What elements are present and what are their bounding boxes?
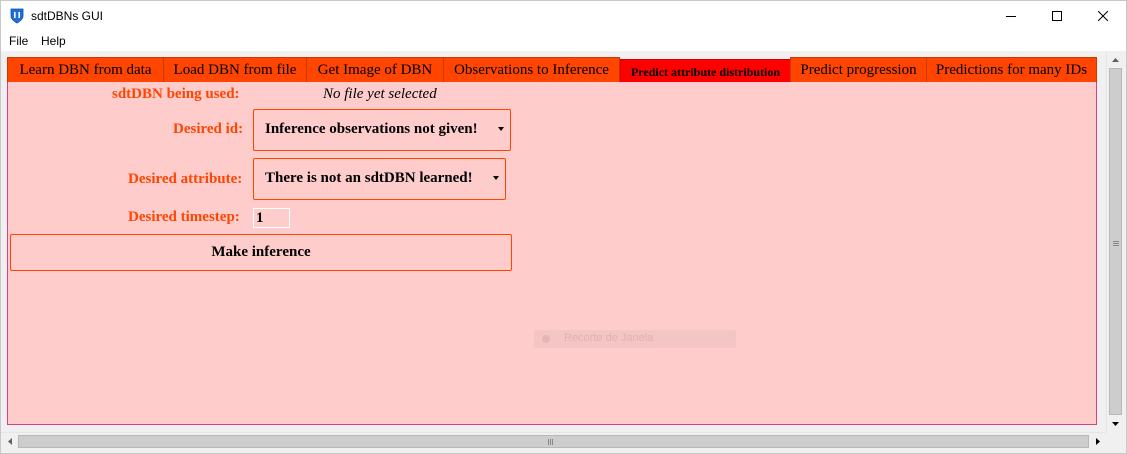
grip-line: [550, 439, 551, 445]
maximize-button[interactable]: [1034, 1, 1080, 31]
tab-observations[interactable]: Observations to Inference: [443, 57, 620, 83]
close-button[interactable]: [1080, 1, 1126, 31]
shield-icon: [10, 8, 24, 24]
tab-load-dbn[interactable]: Load DBN from file: [163, 57, 307, 83]
window-title: sdtDBNs GUI: [31, 9, 104, 23]
vertical-scroll-thumb[interactable]: [1109, 68, 1122, 415]
model-label: sdtDBN being used:: [112, 86, 240, 102]
chevron-down-icon: [493, 176, 499, 180]
record-icon: [542, 335, 550, 343]
id-select-value: Inference observations not given!: [265, 121, 478, 137]
attribute-label: Desired attribute:: [128, 171, 243, 187]
arrow-up-icon: [1112, 57, 1119, 62]
attribute-select-value: There is not an sdtDBN learned!: [265, 170, 473, 186]
arrow-down-icon: [1112, 421, 1119, 426]
tab-learn-dbn[interactable]: Learn DBN from data: [7, 57, 164, 83]
tab-get-image[interactable]: Get Image of DBN: [306, 57, 444, 83]
grip-line: [552, 439, 553, 445]
scrollbar-corner: [1106, 432, 1123, 449]
tab-predict-progression[interactable]: Predict progression: [790, 57, 927, 83]
close-icon: [1098, 11, 1108, 21]
id-select[interactable]: Inference observations not given!: [253, 109, 511, 151]
minimize-icon: [1006, 16, 1016, 17]
predict-attribute-panel: sdtDBN being used: No file yet selected …: [7, 82, 1097, 425]
horizontal-scroll-thumb[interactable]: [18, 435, 1089, 448]
model-file-value: No file yet selected: [323, 86, 437, 102]
minimize-button[interactable]: [988, 1, 1034, 31]
menu-file[interactable]: File: [9, 34, 28, 48]
horizontal-scrollbar[interactable]: [1, 432, 1106, 449]
grip-line: [1113, 241, 1119, 242]
tab-bar: Learn DBN from data Load DBN from file G…: [7, 57, 1097, 83]
arrow-left-icon: [7, 438, 12, 445]
make-inference-button[interactable]: Make inference: [10, 234, 512, 271]
attribute-select[interactable]: There is not an sdtDBN learned!: [253, 158, 506, 200]
grip-line: [1113, 245, 1119, 246]
chevron-down-icon: [498, 127, 504, 131]
grip-line: [548, 439, 549, 445]
tab-predict-attribute[interactable]: Predict attribute distribution: [620, 59, 791, 83]
menu-help[interactable]: Help: [41, 34, 66, 48]
title-bar: sdtDBNs GUI: [1, 1, 1126, 31]
ghost-overlay-text: Recorte de Janela: [564, 332, 654, 344]
grip-line: [1113, 243, 1119, 244]
scroll-up-button[interactable]: [1107, 51, 1124, 68]
content-area: Learn DBN from data Load DBN from file G…: [1, 51, 1106, 432]
arrow-right-icon: [1095, 438, 1100, 445]
timestep-label: Desired timestep:: [128, 209, 240, 225]
id-label: Desired id:: [173, 121, 244, 137]
scroll-down-button[interactable]: [1107, 415, 1124, 432]
timestep-value: 1: [256, 210, 264, 226]
app-window: sdtDBNs GUI File Help Learn DBN from dat…: [0, 0, 1127, 454]
timestep-input[interactable]: 1: [253, 208, 290, 228]
menu-bar: File Help: [1, 31, 1126, 51]
vertical-scrollbar[interactable]: [1106, 51, 1123, 432]
ghost-overlay: Recorte de Janela: [534, 330, 736, 348]
maximize-icon: [1052, 11, 1062, 21]
tab-predictions-many[interactable]: Predictions for many IDs: [926, 57, 1097, 83]
scroll-right-button[interactable]: [1089, 433, 1106, 450]
scroll-left-button[interactable]: [1, 433, 18, 450]
